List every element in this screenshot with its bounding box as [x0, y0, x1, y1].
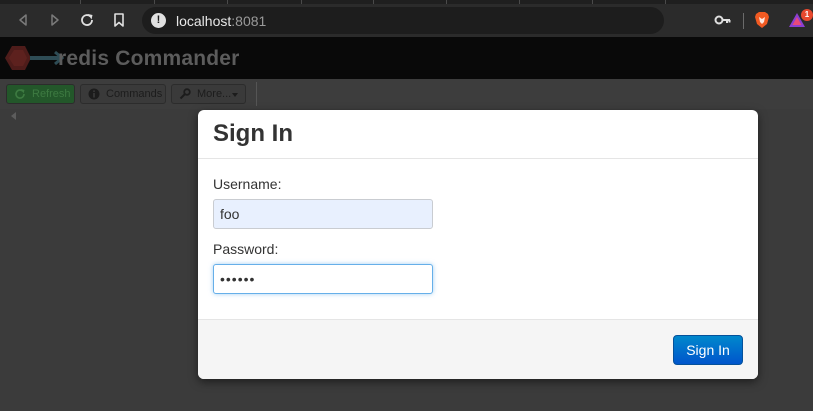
refresh-icon: [15, 89, 25, 99]
forward-arrow-icon: [51, 14, 59, 26]
app-header: redis Commander: [0, 37, 813, 79]
back-button[interactable]: [12, 10, 34, 30]
toolbar-divider: [256, 82, 257, 106]
redis-logo-icon: [5, 46, 64, 70]
forward-button[interactable]: [44, 10, 66, 30]
dialog-header: Sign In: [198, 110, 758, 159]
username-input[interactable]: [213, 199, 433, 229]
commands-label: Commands: [106, 88, 163, 100]
refresh-button[interactable]: Refresh: [6, 84, 75, 104]
key-icon: [714, 15, 731, 25]
more-label: More...: [197, 88, 232, 100]
app-toolbar: Refresh Commands More...: [0, 79, 813, 109]
sign-in-button[interactable]: Sign In: [673, 335, 743, 365]
wrench-icon: [179, 88, 191, 100]
reload-icon: [81, 14, 93, 26]
info-icon[interactable]: !: [151, 13, 166, 28]
address-bar[interactable]: ! localhost:8081: [142, 7, 664, 34]
info-circle-icon: [88, 88, 100, 100]
more-dropdown-button[interactable]: More...: [171, 84, 246, 104]
dialog-footer: Sign In: [198, 319, 758, 379]
rewards-badge: 1: [801, 9, 813, 21]
caret-down-icon: [232, 93, 238, 97]
sign-in-dialog: Sign In Username: Password: Sign In: [198, 110, 758, 379]
brave-lion-icon: [755, 12, 769, 28]
collapse-arrow-icon[interactable]: [11, 112, 16, 120]
username-label: Username:: [213, 176, 282, 192]
url-text: localhost:8081: [176, 13, 266, 29]
dialog-title: Sign In: [213, 120, 293, 147]
toolbar-divider: [743, 13, 744, 29]
browser-toolbar: ! localhost:8081 1: [0, 4, 813, 37]
refresh-label: Refresh: [32, 88, 71, 100]
bookmark-button[interactable]: [108, 10, 130, 30]
url-host: localhost: [176, 13, 232, 29]
app-title: redis Commander: [58, 47, 240, 70]
back-arrow-icon: [19, 14, 27, 26]
commands-button[interactable]: Commands: [80, 84, 166, 104]
password-label: Password:: [213, 241, 279, 257]
password-input[interactable]: [213, 264, 433, 294]
password-key-button[interactable]: [712, 10, 734, 30]
reload-button[interactable]: [76, 10, 98, 30]
url-port: :8081: [231, 13, 267, 29]
brave-shields-button[interactable]: [751, 10, 773, 30]
bookmark-icon: [114, 13, 124, 27]
